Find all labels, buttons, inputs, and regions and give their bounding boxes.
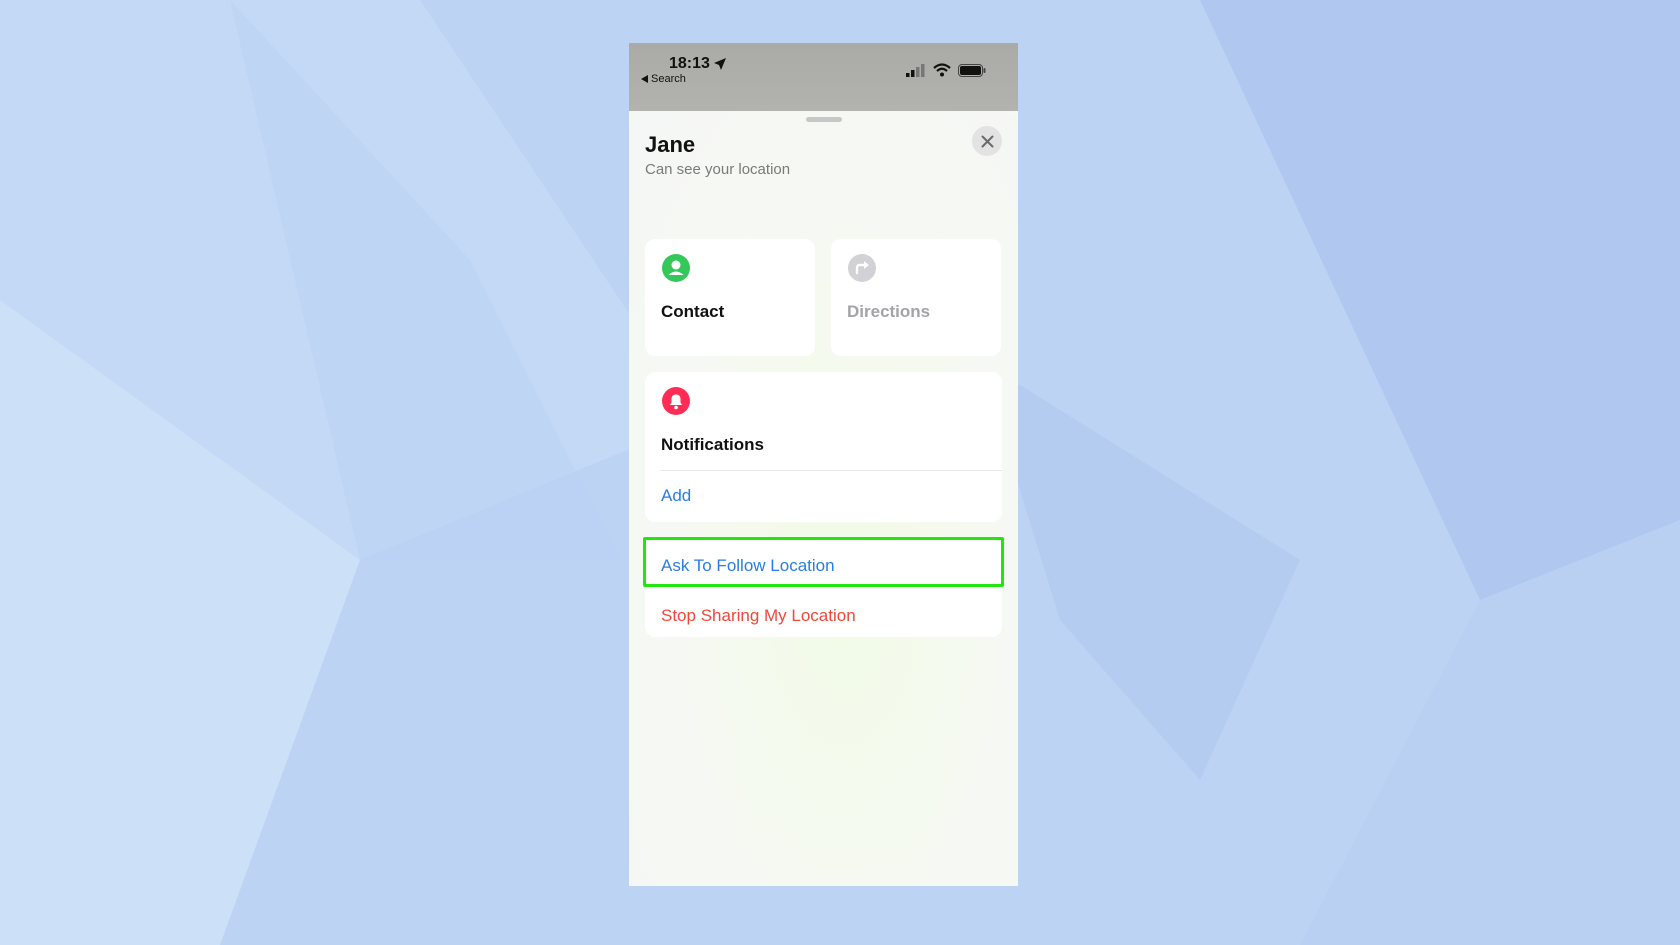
person-status: Can see your location [645,161,791,178]
battery-icon [958,63,986,77]
back-triangle-icon [641,75,648,83]
close-icon [981,135,993,147]
notifications-label: Notifications [661,435,764,454]
directions-label: Directions [847,302,931,321]
person-icon [662,254,690,282]
back-to-search[interactable]: Search [641,73,686,85]
directions-arrow-icon [848,254,876,282]
directions-button[interactable]: Directions [831,239,1001,356]
highlight-box [643,537,1004,587]
notifications-card: Notifications Add [645,372,1002,522]
status-time: 18:13 [669,55,727,73]
contact-button[interactable]: Contact [645,239,815,356]
back-label: Search [651,73,686,85]
location-arrow-icon [713,58,726,70]
wifi-icon [933,63,951,77]
sheet-grabber[interactable] [806,117,842,122]
phone-screen: 18:13 Search Jane Can see your location … [629,43,1018,886]
person-name: Jane [645,132,696,157]
close-button[interactable] [972,126,1002,156]
person-detail-sheet: Jane Can see your location Contact Direc… [629,111,1018,886]
status-bar: 18:13 Search [629,43,1018,111]
contact-label: Contact [661,302,725,321]
add-notification-link[interactable]: Add [661,486,691,506]
cellular-signal-icon [906,63,925,77]
divider [661,470,1002,471]
time-label: 18:13 [669,55,710,72]
status-icons [906,63,986,77]
stop-sharing-location-button[interactable]: Stop Sharing My Location [661,606,856,626]
bell-icon [662,387,690,415]
